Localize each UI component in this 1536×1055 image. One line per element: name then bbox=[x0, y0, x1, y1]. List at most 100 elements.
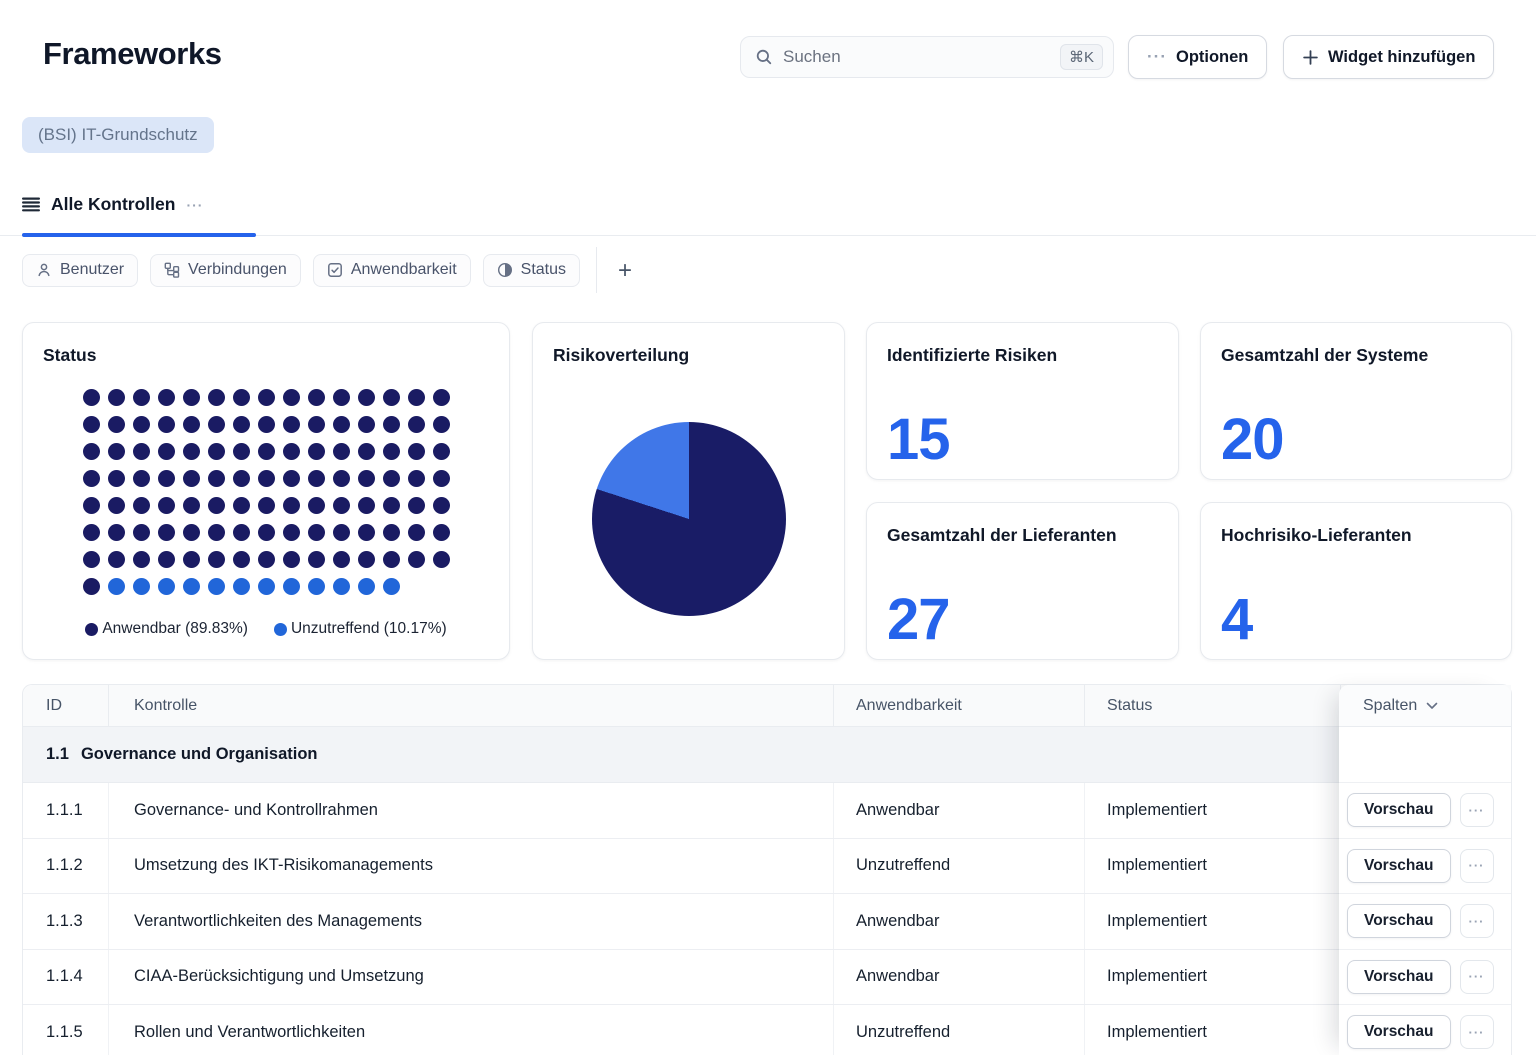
table-row[interactable]: 1.1.5 Rollen und Verantwortlichkeiten Un… bbox=[23, 1005, 1341, 1055]
status-dot bbox=[183, 497, 200, 514]
status-dot bbox=[108, 443, 125, 460]
widget-title: Status bbox=[43, 345, 509, 366]
add-filter-button[interactable]: + bbox=[612, 254, 638, 287]
status-dot bbox=[383, 551, 400, 568]
cell-id: 1.1.4 bbox=[23, 950, 109, 1005]
risk-distribution-widget: Risikoverteilung bbox=[532, 322, 845, 660]
column-header-status[interactable]: Status bbox=[1085, 685, 1341, 726]
add-widget-label: Widget hinzufügen bbox=[1328, 48, 1475, 67]
cell-status: Implementiert bbox=[1085, 783, 1341, 838]
table-row[interactable]: 1.1.4 CIAA-Berücksichtigung und Umsetzun… bbox=[23, 950, 1341, 1006]
add-widget-button[interactable]: Widget hinzufügen bbox=[1283, 35, 1494, 79]
row-actions: Vorschau ··· bbox=[1339, 894, 1511, 950]
status-dot bbox=[208, 524, 225, 541]
status-dot bbox=[208, 416, 225, 433]
search-input[interactable]: Suchen ⌘K bbox=[740, 36, 1114, 78]
table-row[interactable]: 1.1.2 Umsetzung des IKT-Risikomanagement… bbox=[23, 839, 1341, 895]
preview-button[interactable]: Vorschau bbox=[1347, 960, 1451, 994]
status-dot bbox=[283, 524, 300, 541]
preview-button[interactable]: Vorschau bbox=[1347, 904, 1451, 938]
connections-icon bbox=[164, 262, 180, 278]
status-dot bbox=[433, 497, 450, 514]
filter-status[interactable]: Status bbox=[483, 254, 580, 287]
column-header-anwendbarkeit[interactable]: Anwendbarkeit bbox=[834, 685, 1085, 726]
row-menu-button[interactable]: ··· bbox=[1460, 904, 1494, 938]
status-dot bbox=[83, 389, 100, 406]
status-dot bbox=[408, 470, 425, 487]
status-dot bbox=[358, 389, 375, 406]
table-row[interactable]: 1.1.3 Verantwortlichkeiten des Managemen… bbox=[23, 894, 1341, 950]
checkbox-icon bbox=[327, 262, 343, 278]
status-dot bbox=[258, 443, 275, 460]
status-dot bbox=[183, 551, 200, 568]
status-dot bbox=[108, 389, 125, 406]
status-dot bbox=[433, 470, 450, 487]
preview-button[interactable]: Vorschau bbox=[1347, 849, 1451, 883]
filter-verbindungen[interactable]: Verbindungen bbox=[150, 254, 301, 287]
status-dot bbox=[283, 578, 300, 595]
status-dot bbox=[358, 416, 375, 433]
row-menu-button[interactable]: ··· bbox=[1460, 793, 1494, 827]
legend-item: Unzutreffend (10.17%) bbox=[274, 620, 447, 638]
status-dot bbox=[108, 524, 125, 541]
column-header-id[interactable]: ID bbox=[23, 685, 109, 726]
status-dot bbox=[133, 416, 150, 433]
status-dot bbox=[358, 524, 375, 541]
status-dot bbox=[158, 578, 175, 595]
status-dot bbox=[158, 497, 175, 514]
status-dot bbox=[283, 416, 300, 433]
status-dot bbox=[383, 524, 400, 541]
filter-label: Status bbox=[521, 261, 566, 279]
status-dot bbox=[233, 470, 250, 487]
list-icon bbox=[22, 197, 40, 212]
table-row[interactable]: 1.1.1 Governance- und Kontrollrahmen Anw… bbox=[23, 783, 1341, 839]
status-dot bbox=[208, 389, 225, 406]
status-dot bbox=[283, 551, 300, 568]
status-dot bbox=[208, 470, 225, 487]
status-dot bbox=[308, 551, 325, 568]
filter-benutzer[interactable]: Benutzer bbox=[22, 254, 138, 287]
status-dot bbox=[433, 389, 450, 406]
preview-button[interactable]: Vorschau bbox=[1347, 793, 1451, 827]
columns-menu-button[interactable]: Spalten bbox=[1339, 685, 1511, 727]
status-dot bbox=[383, 497, 400, 514]
status-dot bbox=[133, 578, 150, 595]
filter-anwendbarkeit[interactable]: Anwendbarkeit bbox=[313, 254, 471, 287]
preview-button[interactable]: Vorschau bbox=[1347, 1015, 1451, 1049]
status-dot bbox=[333, 551, 350, 568]
cell-status: Implementiert bbox=[1085, 894, 1341, 949]
cell-kontrolle: Governance- und Kontrollrahmen bbox=[109, 783, 834, 838]
status-dot bbox=[258, 578, 275, 595]
status-dot bbox=[83, 443, 100, 460]
frameworks-page: Frameworks Suchen ⌘K ··· Optionen Widget… bbox=[0, 0, 1536, 1055]
status-dot bbox=[83, 497, 100, 514]
status-dot bbox=[408, 416, 425, 433]
status-dot bbox=[408, 524, 425, 541]
filter-label: Benutzer bbox=[60, 261, 124, 279]
column-header-kontrolle[interactable]: Kontrolle bbox=[109, 685, 834, 726]
section-row[interactable]: 1.1 Governance und Organisation bbox=[23, 727, 1341, 783]
tab-more-icon[interactable]: ··· bbox=[186, 197, 203, 213]
options-button[interactable]: ··· Optionen bbox=[1128, 35, 1267, 79]
status-dot bbox=[183, 578, 200, 595]
status-dot bbox=[133, 524, 150, 541]
row-menu-button[interactable]: ··· bbox=[1460, 1015, 1494, 1049]
status-dot bbox=[158, 443, 175, 460]
status-dot bbox=[333, 470, 350, 487]
tab-bar: Alle Kontrollen ··· bbox=[0, 190, 1536, 236]
status-dot bbox=[283, 497, 300, 514]
status-dot bbox=[108, 416, 125, 433]
status-dot bbox=[208, 443, 225, 460]
action-column-spacer bbox=[1339, 727, 1511, 783]
tab-label: Alle Kontrollen bbox=[51, 194, 175, 215]
tab-alle-kontrollen[interactable]: Alle Kontrollen ··· bbox=[22, 194, 203, 215]
status-dot bbox=[258, 524, 275, 541]
status-dot bbox=[408, 389, 425, 406]
framework-chip[interactable]: (BSI) IT-Grundschutz bbox=[22, 117, 214, 153]
status-dot bbox=[83, 578, 100, 595]
status-dot bbox=[408, 443, 425, 460]
row-actions: Vorschau ··· bbox=[1339, 783, 1511, 839]
row-menu-button[interactable]: ··· bbox=[1460, 849, 1494, 883]
row-actions: Vorschau ··· bbox=[1339, 950, 1511, 1006]
row-menu-button[interactable]: ··· bbox=[1460, 960, 1494, 994]
